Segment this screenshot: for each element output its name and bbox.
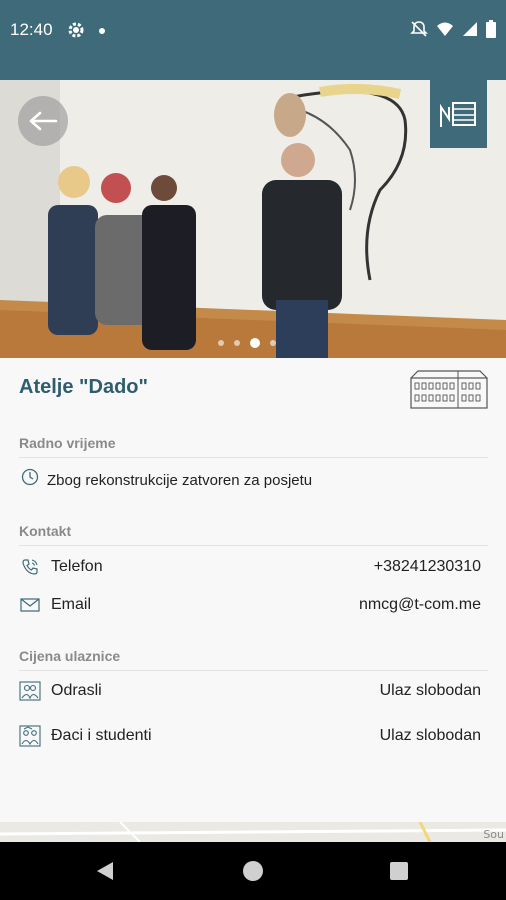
- gallery-pagination[interactable]: [218, 338, 276, 348]
- students-icon: [19, 725, 41, 747]
- museum-logo-icon: [439, 102, 476, 127]
- building-icon: [410, 370, 488, 414]
- status-icons: [410, 20, 496, 42]
- adults-value: Ulaz slobodan: [379, 682, 481, 699]
- nav-home-button[interactable]: [243, 861, 263, 881]
- students-label: Đaci i studenti: [51, 727, 152, 744]
- students-price-row: Đaci i studenti Ulaz slobodan: [19, 725, 481, 747]
- wifi-icon: [436, 21, 454, 41]
- hours-row: Zbog rekonstrukcije zatvoren za posjetu: [19, 466, 481, 489]
- status-bar: 12:40: [0, 0, 506, 80]
- map-background: [0, 822, 506, 842]
- place-details: Atelje "Dado" Radno vrijeme Zbog rekonst…: [0, 358, 506, 822]
- nav-recents-button[interactable]: [390, 862, 408, 880]
- phone-value[interactable]: +38241230310: [374, 558, 481, 576]
- phone-label: Telefon: [51, 558, 103, 575]
- signal-icon: [462, 21, 478, 41]
- status-time: 12:40: [10, 20, 53, 39]
- map-preview[interactable]: Sou: [0, 822, 506, 842]
- adults-label: Odrasli: [51, 682, 102, 699]
- nav-back-button[interactable]: [96, 861, 114, 885]
- system-nav-bar: [0, 842, 506, 900]
- museum-logo-button[interactable]: [430, 80, 487, 148]
- adults-icon: [19, 680, 41, 702]
- map-label: Sou: [483, 828, 504, 841]
- adults-price-row: Odrasli Ulaz slobodan: [19, 680, 481, 702]
- place-title: Atelje "Dado": [19, 376, 148, 398]
- notification-dot: [99, 28, 105, 34]
- hours-section-label: Radno vrijeme: [19, 435, 116, 451]
- phone-icon: [19, 556, 41, 578]
- back-arrow-icon: [29, 111, 58, 131]
- back-button[interactable]: [18, 96, 68, 146]
- mail-icon: [19, 594, 41, 616]
- email-row[interactable]: Email nmcg@t-com.me: [19, 594, 481, 616]
- contact-section-label: Kontakt: [19, 523, 72, 539]
- email-label: Email: [51, 596, 92, 613]
- email-value[interactable]: nmcg@t-com.me: [359, 596, 481, 614]
- divider: [19, 545, 488, 546]
- gallery-dot[interactable]: [234, 340, 240, 346]
- divider: [19, 457, 488, 458]
- gallery-dot[interactable]: [270, 340, 276, 346]
- students-value: Ulaz slobodan: [379, 727, 481, 744]
- gallery-dot[interactable]: [218, 340, 224, 346]
- battery-icon: [486, 20, 496, 42]
- clock-icon: [19, 466, 41, 488]
- price-section-label: Cijena ulaznice: [19, 648, 121, 664]
- hours-text: Zbog rekonstrukcije zatvoren za posjetu: [47, 472, 313, 489]
- divider: [19, 670, 488, 671]
- gallery-dot[interactable]: [250, 338, 260, 348]
- mute-icon: [410, 20, 428, 42]
- settings-icon: [66, 20, 86, 40]
- phone-row[interactable]: Telefon +38241230310: [19, 556, 481, 578]
